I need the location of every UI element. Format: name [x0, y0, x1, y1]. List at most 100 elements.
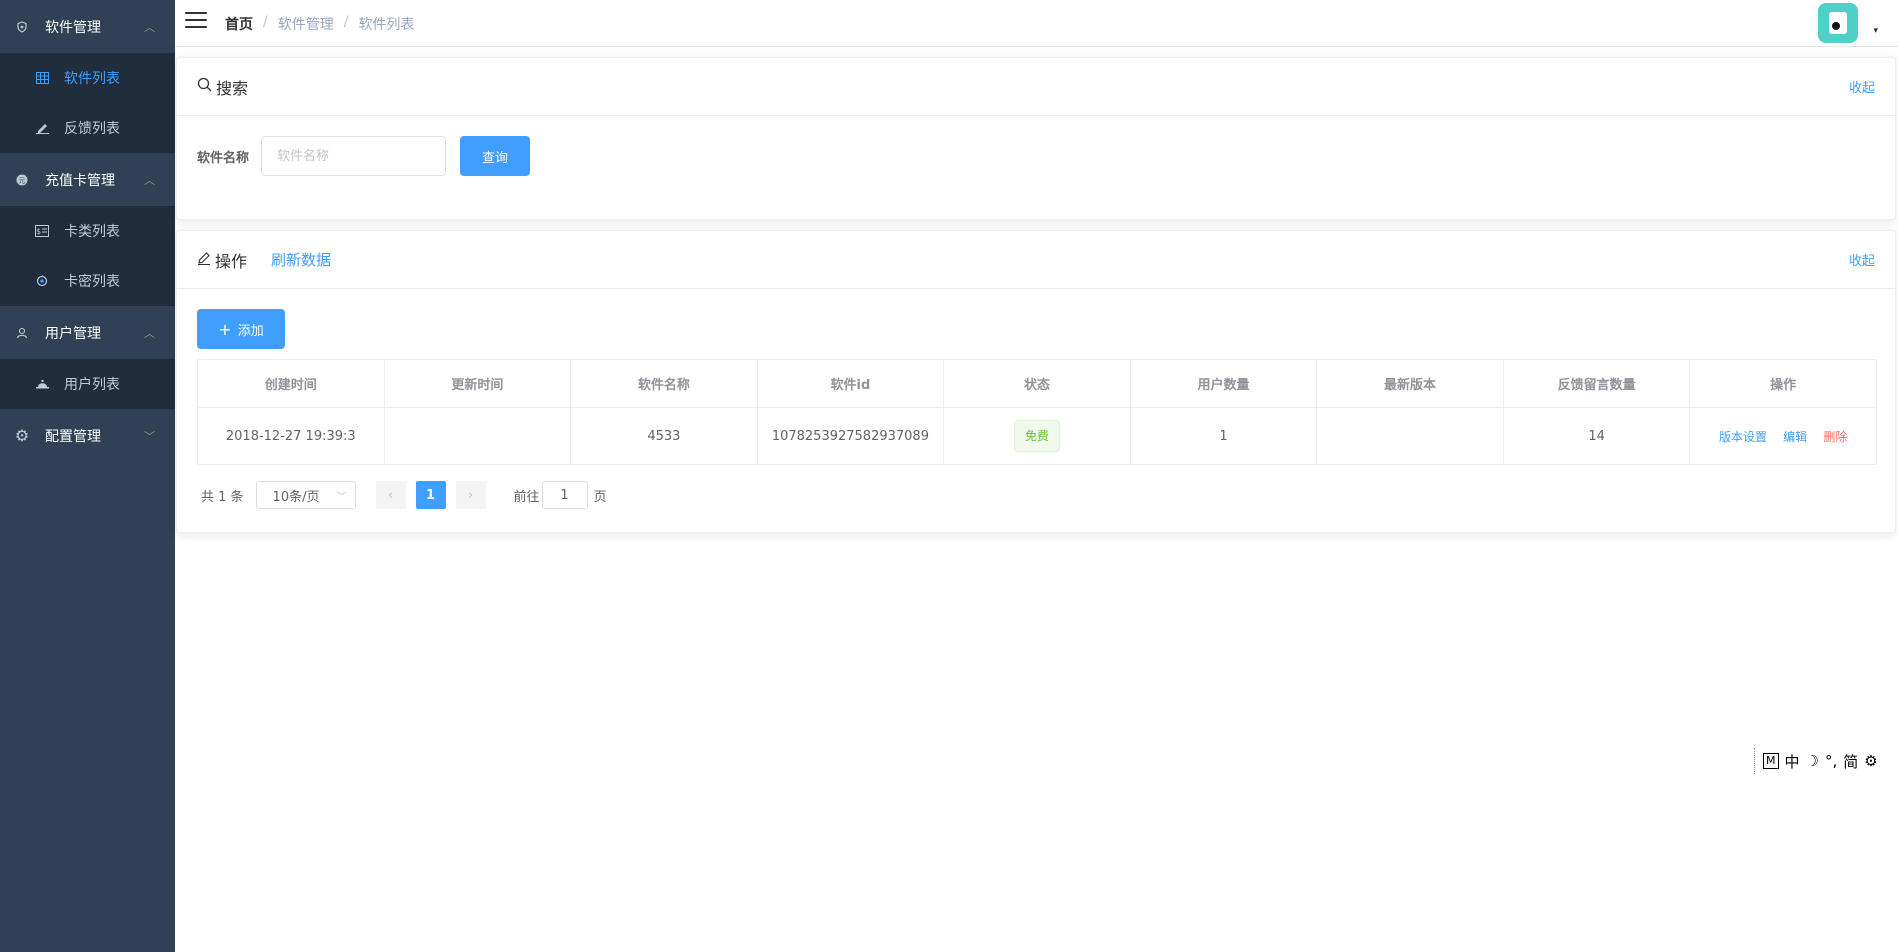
next-page-button[interactable]: ›: [455, 481, 486, 509]
query-button[interactable]: 查询: [460, 136, 531, 176]
column-header: 创建时间: [197, 359, 385, 408]
gear-icon[interactable]: ⚙: [1864, 752, 1877, 770]
shield-icon: [14, 19, 30, 35]
column-header: 状态: [943, 359, 1131, 408]
search-form: 软件名称 查询: [177, 116, 1895, 196]
breadcrumb-software-list: 软件列表: [358, 17, 415, 33]
plus-icon: +: [218, 319, 232, 339]
search-icon: [197, 77, 212, 96]
ime-mode-icon[interactable]: M: [1763, 753, 1779, 769]
sidebar-item-label: 用户列表: [64, 377, 120, 393]
operations-collapse-link[interactable]: 收起: [1849, 250, 1875, 269]
refresh-data-link[interactable]: 刷新数据: [271, 249, 331, 270]
chevron-up-icon: ︿: [144, 173, 155, 187]
menu-group-label: 配置管理: [45, 428, 101, 445]
cell-created-time: 2018-12-27 19:39:3: [197, 407, 385, 465]
cell-user-count: 1: [1129, 407, 1318, 465]
add-button-label: 添加: [237, 323, 264, 339]
column-header: 更新时间: [383, 359, 572, 408]
sidebar-item-label: 反馈列表: [64, 121, 120, 137]
goto-page: 前往 页: [514, 481, 607, 509]
cell-actions: 版本设置 编辑 删除: [1689, 407, 1877, 465]
page-number-button[interactable]: 1: [415, 481, 446, 509]
column-header: 软件id: [756, 359, 945, 408]
prev-page-button[interactable]: ‹: [375, 481, 406, 509]
key-icon: [34, 273, 50, 289]
chevron-up-icon: ︿: [144, 326, 155, 340]
breadcrumb-separator: /: [263, 14, 268, 30]
ime-simplified[interactable]: 简: [1843, 751, 1858, 772]
operations-card-title: 操作: [215, 251, 248, 271]
sidebar-item-feedback-list[interactable]: 反馈列表: [0, 103, 175, 153]
delete-link[interactable]: 删除: [1823, 430, 1847, 444]
svg-text:$: $: [36, 227, 41, 236]
search-collapse-link[interactable]: 收起: [1849, 77, 1875, 96]
sidebar: 软件管理 ︿ 软件列表 反馈列表 元 充值卡管理 ︿ $ 卡类列表 卡密列表 用…: [0, 0, 175, 952]
user-icon: [14, 325, 30, 341]
card-icon: $: [34, 223, 50, 239]
edit-icon: [34, 120, 50, 136]
pagination-total: 共 1 条: [201, 489, 244, 505]
caret-down-icon[interactable]: ▾: [1873, 26, 1878, 36]
add-button[interactable]: + 添加: [197, 309, 285, 349]
column-header: 反馈留言数量: [1502, 359, 1691, 408]
breadcrumb: 首页 / 软件管理 / 软件列表: [225, 14, 414, 34]
software-table: 创建时间 更新时间 软件名称 软件id 状态 用户数量 最新版本 反馈留言数量 …: [197, 359, 1877, 465]
chevron-down-icon: ﹀: [144, 429, 155, 443]
ime-punctuation[interactable]: °,: [1825, 752, 1837, 770]
goto-page-input[interactable]: [541, 481, 588, 509]
goto-suffix: 页: [593, 489, 607, 505]
submenu-recharge: $ 卡类列表 卡密列表: [0, 206, 175, 306]
pagination: 共 1 条 10条/页 ﹀ ‹ 1 › 前往 页: [197, 481, 1875, 509]
goto-prefix: 前往: [513, 489, 540, 505]
cell-software-name: 4533: [570, 407, 758, 465]
sidebar-item-card-types[interactable]: $ 卡类列表: [0, 206, 175, 256]
menu-group-users[interactable]: 用户管理 ︿: [0, 306, 175, 359]
submenu-software: 软件列表 反馈列表: [0, 53, 175, 153]
search-card: 搜索 收起 软件名称 查询: [176, 57, 1896, 220]
sidebar-item-label: 卡密列表: [64, 274, 120, 290]
version-settings-link[interactable]: 版本设置: [1719, 430, 1767, 444]
cell-updated-time: [383, 407, 572, 465]
chevron-down-icon: ﹀: [336, 491, 347, 503]
moon-icon[interactable]: ☽: [1806, 752, 1819, 770]
column-header: 操作: [1689, 359, 1877, 408]
avatar[interactable]: [1818, 3, 1858, 43]
cell-latest-version: [1316, 407, 1504, 465]
sidebar-item-software-list[interactable]: 软件列表: [0, 53, 175, 103]
svg-text:元: 元: [19, 176, 26, 184]
breadcrumb-home[interactable]: 首页: [225, 14, 253, 34]
breadcrumb-software-management: 软件管理: [277, 17, 334, 33]
menu-group-software[interactable]: 软件管理 ︿: [0, 0, 175, 53]
column-header: 用户数量: [1129, 359, 1318, 408]
software-name-label: 软件名称: [197, 150, 250, 166]
operations-body: + 添加 创建时间 更新时间 软件名称 软件id 状态 用户数量 最新版本 反馈…: [177, 289, 1895, 509]
cell-software-id: 1078253927582937089: [756, 407, 945, 465]
column-header: 最新版本: [1316, 359, 1504, 408]
status-badge: 免费: [1013, 420, 1060, 452]
operations-card-header: 操作 刷新数据 收起: [177, 231, 1895, 289]
chevron-up-icon: ︿: [144, 20, 155, 34]
menu-group-label: 用户管理: [45, 325, 101, 342]
page-size-value: 10条/页: [272, 489, 320, 505]
submenu-users: 用户列表: [0, 359, 175, 409]
avatar-image: [1829, 12, 1847, 34]
sidebar-item-label: 卡类列表: [64, 224, 120, 240]
cell-status: 免费: [943, 407, 1131, 465]
users-icon: [34, 376, 50, 392]
gear-icon: ⚙: [14, 426, 30, 445]
menu-group-config[interactable]: ⚙ 配置管理 ﹀: [0, 409, 175, 462]
sidebar-item-user-list[interactable]: 用户列表: [0, 359, 175, 409]
menu-group-recharge[interactable]: 元 充值卡管理 ︿: [0, 153, 175, 206]
ime-language[interactable]: 中: [1785, 751, 1800, 772]
sidebar-item-card-keys[interactable]: 卡密列表: [0, 256, 175, 306]
hamburger-menu-icon[interactable]: [185, 12, 207, 30]
table-row: 2018-12-27 19:39:3 4533 1078253927582937…: [197, 407, 1877, 465]
page-size-select[interactable]: 10条/页 ﹀: [255, 481, 356, 509]
search-card-title: 搜索: [216, 78, 249, 98]
top-navbar: 首页 / 软件管理 / 软件列表 ▾: [175, 0, 1898, 47]
edit-link[interactable]: 编辑: [1783, 430, 1807, 444]
software-name-input[interactable]: [261, 136, 447, 176]
operations-card: 操作 刷新数据 收起 + 添加 创建时间 更新时间 软件名称 软件id 状态 用…: [176, 230, 1896, 533]
pencil-icon: [197, 251, 211, 269]
